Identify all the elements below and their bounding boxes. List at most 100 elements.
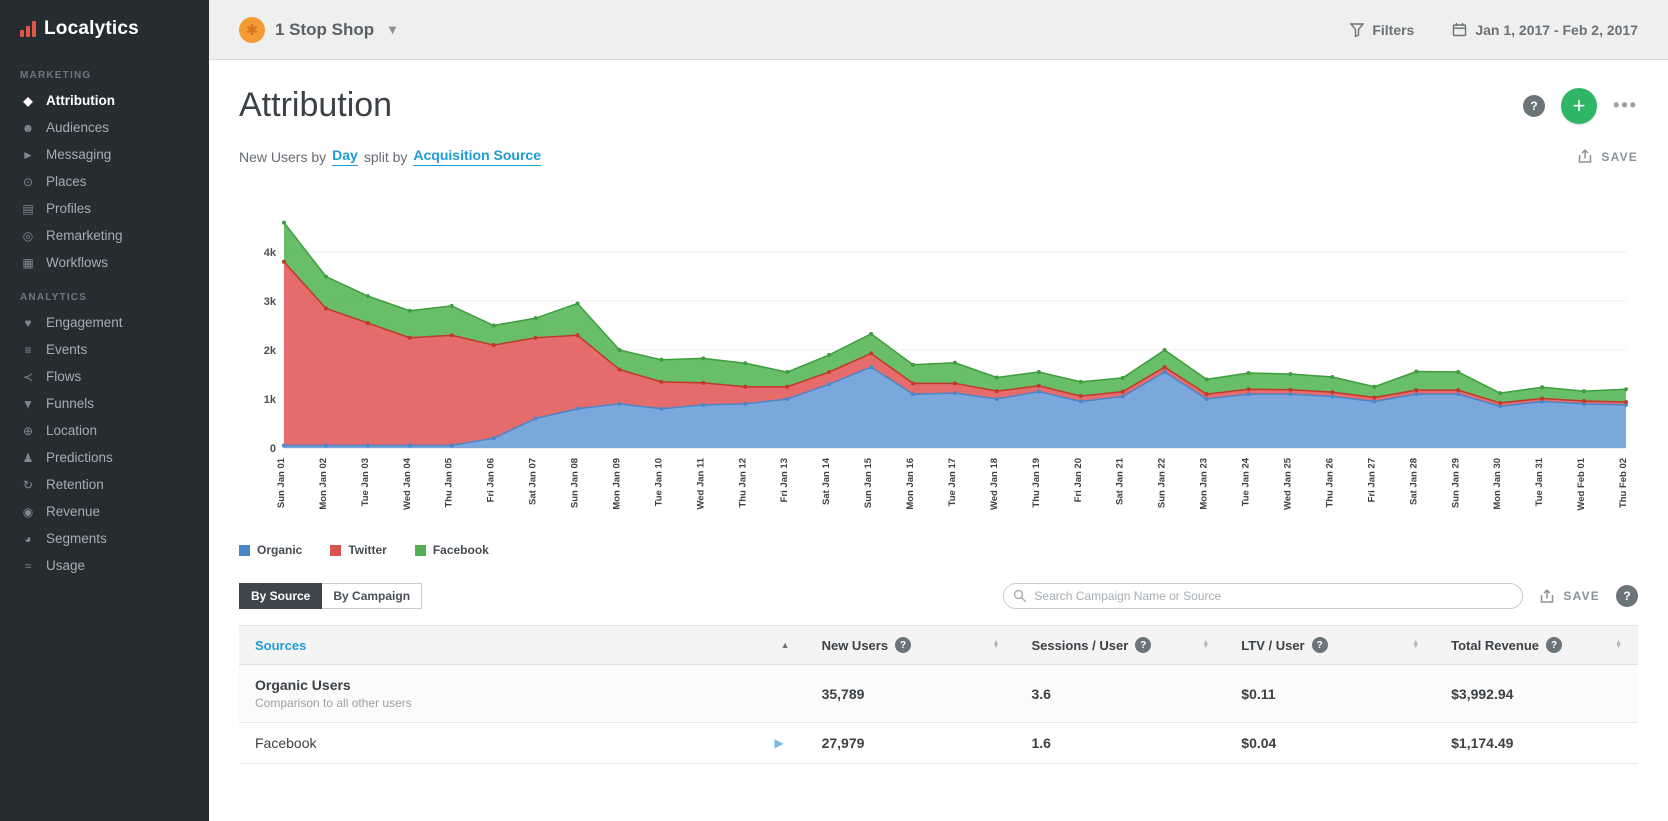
sidebar-item-retention[interactable]: ↻ Retention [0,471,209,498]
revenue-value: $3,992.94 [1435,664,1638,723]
sidebar-item-predictions[interactable]: ♟ Predictions [0,444,209,471]
sidebar-item-remarketing[interactable]: ◎ Remarketing [0,222,209,249]
sidebar-item-label: Places [46,174,87,189]
legend-label: Facebook [432,543,489,557]
svg-text:Fri Jan 20: Fri Jan 20 [1073,458,1084,502]
tag-icon: ◆ [23,93,33,108]
save-chart-label: SAVE [1601,149,1638,164]
topbar: ✱ 1 Stop Shop ▼ Filters Jan 1, 2017 - Fe… [209,0,1668,60]
sidebar-item-label: Engagement [46,315,123,330]
search-input[interactable] [1003,583,1524,609]
sidebar-item-label: Retention [46,477,104,492]
sidebar-item-segments[interactable]: ◕ Segments [0,525,209,552]
legend-item-twitter[interactable]: Twitter [330,543,387,557]
sidebar-item-attribution[interactable]: ◆ Attribution [0,87,209,114]
sidebar-item-profiles[interactable]: ▤ Profiles [0,195,209,222]
sidebar-item-revenue[interactable]: ◉ Revenue [0,498,209,525]
more-options-button[interactable]: ••• [1613,95,1638,116]
sidebar-item-funnels[interactable]: ▼ Funnels [0,390,209,417]
dimension-selector[interactable]: Day [332,147,358,166]
sidebar-item-audiences[interactable]: ☻ Audiences [0,114,209,141]
sidebar-item-places[interactable]: ⊙ Places [0,168,209,195]
query-prefix: New Users by [239,148,327,165]
heart-icon: ♥ [24,315,32,330]
column-help-icon[interactable]: ? [895,637,912,653]
share-icon [1541,588,1554,603]
map-pin-icon: ⊙ [22,174,34,189]
sidebar-item-flows[interactable]: ≺ Flows [0,363,209,390]
column-sources[interactable]: Sources ▲ [239,625,806,665]
query-definition: New Users by Day split by Acquisition So… [239,147,541,166]
legend-item-facebook[interactable]: Facebook [414,543,489,557]
svg-text:0: 0 [270,443,276,455]
svg-text:Wed Jan 04: Wed Jan 04 [402,457,413,510]
save-table-button[interactable]: SAVE [1539,588,1600,604]
sidebar-item-label: Attribution [46,93,115,108]
tab-by-source[interactable]: By Source [239,583,323,609]
svg-text:Wed Feb 01: Wed Feb 01 [1576,457,1587,510]
svg-text:Fri Jan 06: Fri Jan 06 [486,458,497,502]
target-icon: ◎ [22,228,34,243]
column-new-users[interactable]: New Users? [805,625,1016,665]
date-range-picker[interactable]: Jan 1, 2017 - Feb 2, 2017 [1452,22,1638,38]
sidebar-item-workflows[interactable]: ▦ Workflows [0,249,209,276]
svg-text:Sat Jan 28: Sat Jan 28 [1408,458,1419,505]
localytics-logo[interactable]: Localytics [0,0,209,54]
legend-swatch [414,544,426,556]
sidebar-item-label: Funnels [46,396,95,411]
legend-item-organic[interactable]: Organic [239,543,302,557]
page-actions: ? + ••• [1523,87,1638,124]
column-ltv-per-user[interactable]: LTV / User? [1225,625,1436,665]
filters-button[interactable]: Filters [1350,22,1414,38]
save-chart-button[interactable]: SAVE [1577,149,1638,164]
svg-text:Thu Jan 26: Thu Jan 26 [1324,458,1335,508]
coin-icon: ◉ [22,504,34,519]
legend-swatch [239,544,250,556]
help-icon[interactable]: ? [1523,94,1546,117]
app-root: Localytics MARKETING ◆ Attribution ☻ Audienc… [0,0,1668,821]
tab-by-campaign[interactable]: By Campaign [322,583,423,609]
svg-text:Tue Jan 17: Tue Jan 17 [947,458,958,506]
legend-label: Twitter [348,543,387,557]
svg-text:Thu Feb 02: Thu Feb 02 [1618,458,1629,508]
sidebar-item-events[interactable]: ≡ Events [0,336,209,363]
sidebar-item-engagement[interactable]: ♥ Engagement [0,309,209,336]
stacked-area-chart: 0 1k 2k 3k 4k Sun Jan 01 Mon Jan 02 Tue Jan 03 W… [264,220,1629,511]
revenue-value: $1,174.49 [1435,722,1638,764]
sidebar-item-location[interactable]: ⊕ Location [0,417,209,444]
column-total-revenue[interactable]: Total Revenue? [1435,625,1638,665]
sort-icon [1202,641,1209,649]
column-help-icon[interactable]: ? [1135,637,1152,653]
app-switcher[interactable]: ✱ 1 Stop Shop ▼ [239,16,399,43]
source-name: Organic Users [255,677,351,693]
svg-text:Mon Jan 16: Mon Jan 16 [905,458,916,510]
expand-row-icon[interactable]: ▶ [774,736,789,750]
ltv-value: $0.11 [1225,664,1436,723]
query-middle: split by [363,148,408,165]
svg-text:Thu Jan 05: Thu Jan 05 [444,457,455,507]
table-header-row: Sources▲ New Users? Sessions / User? LTV… [239,625,1638,665]
add-report-button[interactable]: + [1561,87,1598,124]
workflow-icon: ▦ [22,255,34,270]
table-help-icon[interactable]: ? [1616,585,1638,607]
sort-asc-icon: ▲ [780,640,790,650]
search-icon [1014,589,1027,602]
split-selector[interactable]: Acquisition Source [413,147,541,166]
sidebar-item-usage[interactable]: ≈ Usage [0,552,209,579]
sidebar: Localytics MARKETING ◆ Attribution ☻ Audienc… [0,0,209,821]
people-icon: ☻ [21,120,35,135]
sidebar-item-label: Location [46,423,98,438]
topbar-actions: Filters Jan 1, 2017 - Feb 2, 2017 [1350,22,1638,38]
sidebar-item-label: Remarketing [46,228,123,243]
sessions-value: 1.6 [1015,722,1226,764]
attribution-chart: 0 1k 2k 3k 4k Sun Jan 01 Mon Jan 02 Tue Jan 03 W… [239,188,1638,557]
sidebar-item-label: Audiences [46,120,110,135]
sidebar-item-messaging[interactable]: ► Messaging [0,141,209,168]
table-tabs: By Source By Campaign [239,583,423,609]
column-help-icon[interactable]: ? [1311,637,1328,653]
svg-text:Sun Jan 29: Sun Jan 29 [1450,458,1461,508]
nav-section-title: ANALYTICS [20,292,88,303]
legend-label: Organic [257,543,303,557]
column-sessions-per-user[interactable]: Sessions / User? [1015,625,1226,665]
column-help-icon[interactable]: ? [1546,637,1563,653]
